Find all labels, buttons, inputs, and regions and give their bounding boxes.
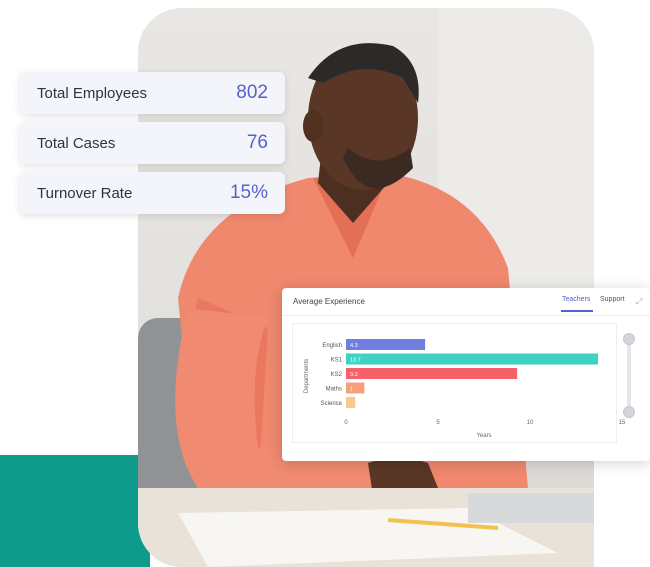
category-label: Maths [326, 387, 342, 393]
zoom-slider-handle-bottom[interactable] [623, 406, 635, 418]
bar [346, 368, 518, 379]
zoom-slider-handle-top[interactable] [623, 333, 635, 345]
bar-chart: English 4.3 KS1 13.7 KS2 9.3 Maths 1 Science 0 5 10… [304, 339, 626, 439]
bar [346, 382, 365, 394]
x-tick-label: 5 [436, 420, 440, 426]
stat-value: 15% [229, 182, 268, 203]
bar [346, 397, 356, 408]
stat-card-turnover-rate: Turnover Rate 15% [20, 172, 285, 214]
x-axis-label: Years [476, 433, 491, 439]
stat-label: Total Cases [37, 134, 116, 152]
bar [346, 339, 426, 350]
y-axis-label: Departments [304, 359, 310, 393]
bar [346, 353, 599, 365]
data-label: 13.7 [350, 357, 361, 363]
data-label: 1 [350, 386, 353, 392]
stat-value: 802 [236, 82, 268, 103]
stat-card-total-cases: Total Cases 76 [20, 122, 285, 164]
x-tick-label: 10 [527, 420, 534, 426]
zoom-slider-track[interactable] [627, 338, 631, 412]
x-tick-label: 15 [619, 420, 626, 426]
category-label: KS1 [331, 358, 343, 364]
category-label: KS2 [331, 372, 343, 378]
stat-value: 76 [246, 132, 268, 153]
stat-card-total-employees: Total Employees 802 [20, 72, 285, 114]
stat-label: Total Employees [37, 84, 148, 102]
x-tick-label: 0 [344, 420, 348, 426]
average-experience-card: Average Experience Teachers Support ⤢ En… [282, 288, 650, 461]
teal-accent-block [0, 455, 150, 567]
category-label: English [322, 343, 342, 349]
category-label: Science [321, 401, 343, 407]
stat-label: Turnover Rate [37, 184, 133, 202]
data-label: 4.3 [350, 343, 358, 349]
data-label: 9.3 [350, 372, 358, 378]
